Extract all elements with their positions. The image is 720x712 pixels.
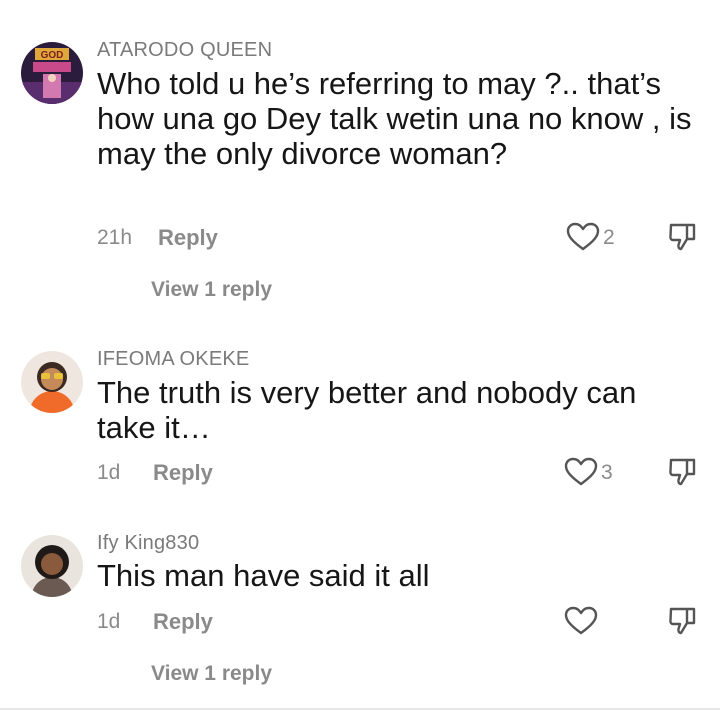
like-count: 2 (603, 226, 615, 249)
thumbs-down-icon[interactable] (667, 606, 697, 636)
heart-outline-icon[interactable] (564, 457, 598, 487)
avatar-image: GOD (21, 42, 83, 104)
view-replies-button[interactable]: View 1 reply (151, 278, 272, 302)
timestamp: 21h (97, 226, 133, 249)
reply-button[interactable]: Reply (158, 225, 218, 251)
reply-button[interactable]: Reply (153, 609, 213, 635)
reply-button[interactable]: Reply (153, 460, 213, 486)
avatar[interactable] (21, 535, 83, 597)
avatar[interactable] (21, 351, 83, 413)
avatar-image (21, 351, 83, 413)
svg-text:GOD: GOD (41, 50, 64, 61)
comment-text: The truth is very better and nobody can … (97, 375, 637, 445)
avatar[interactable]: GOD (21, 42, 83, 104)
timestamp: 1d (97, 610, 121, 633)
thumbs-down-icon[interactable] (667, 457, 697, 487)
view-replies-button[interactable]: View 1 reply (151, 662, 272, 686)
timestamp: 1d (97, 461, 121, 484)
thumbs-down-icon[interactable] (667, 222, 697, 252)
username[interactable]: ATARODO QUEEN (97, 39, 272, 62)
heart-outline-icon[interactable] (564, 606, 598, 636)
comment-text: Who told u he’s referring to may ?.. tha… (97, 66, 692, 171)
divider (0, 708, 720, 710)
heart-outline-icon[interactable] (566, 222, 600, 252)
username[interactable]: IFEOMA OKEKE (97, 348, 249, 371)
avatar-image (21, 535, 83, 597)
username[interactable]: Ify King830 (97, 532, 199, 555)
like-count: 3 (601, 461, 613, 484)
comment-text: This man have said it all (97, 558, 430, 593)
